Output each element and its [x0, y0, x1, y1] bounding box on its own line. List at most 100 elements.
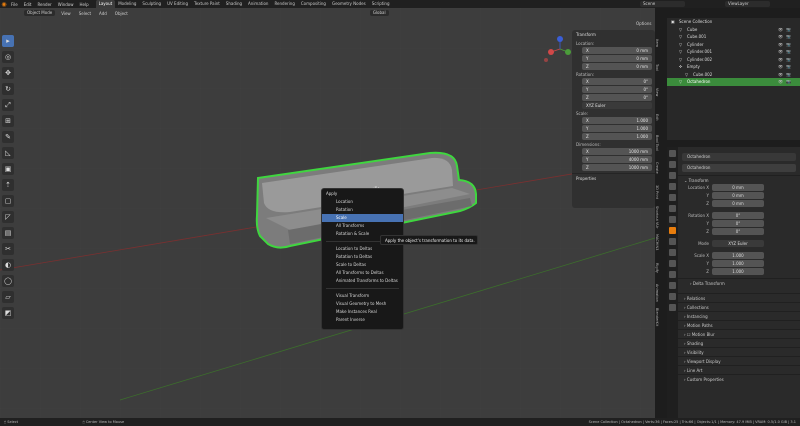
- apply-location-item[interactable]: Location: [322, 198, 403, 206]
- add-cube-icon[interactable]: ▣: [2, 163, 14, 175]
- measure-icon[interactable]: ◺: [2, 147, 14, 159]
- prop-scale-z[interactable]: 1.000: [712, 268, 764, 275]
- visibility-icons[interactable]: 👁📷: [778, 63, 794, 71]
- menu-add[interactable]: Add: [97, 11, 109, 16]
- sidebar-tab-create[interactable]: Create: [655, 155, 659, 180]
- visibility-icons[interactable]: 👁📷: [778, 56, 794, 64]
- motion-paths-section[interactable]: › Motion Paths: [678, 320, 800, 329]
- instancing-section[interactable]: › Instancing: [678, 311, 800, 320]
- menu-object[interactable]: Object: [113, 11, 130, 16]
- outliner-row[interactable]: ✣ Empty 👁📷: [667, 63, 800, 71]
- prop-location-x[interactable]: 0 mm: [712, 184, 764, 191]
- apply-scale-item[interactable]: Scale: [322, 214, 403, 222]
- sidebar-tab-blenderkit[interactable]: BlenderKit: [655, 305, 659, 330]
- rotation-to-deltas-item[interactable]: Rotation to Deltas: [322, 253, 403, 261]
- options-button[interactable]: Options: [636, 21, 651, 26]
- visibility-icons[interactable]: 👁📷: [778, 71, 794, 79]
- location-x-field[interactable]: X0 mm: [582, 47, 652, 54]
- rotation-mode-dropdown[interactable]: XYZ Euler: [582, 102, 652, 109]
- menu-window[interactable]: Window: [55, 2, 77, 7]
- sidebar-tab-rigify[interactable]: Rigify: [655, 255, 659, 280]
- cursor-icon[interactable]: ◎: [2, 51, 14, 63]
- menu-edit[interactable]: Edit: [21, 2, 35, 7]
- sidebar-tab-machin3[interactable]: MACHIN3: [655, 230, 659, 255]
- location-y-field[interactable]: Y0 mm: [582, 55, 652, 62]
- shading-section[interactable]: › Shading: [678, 338, 800, 347]
- visibility-icons[interactable]: 👁📷: [778, 41, 794, 49]
- rotate-icon[interactable]: ↻: [2, 83, 14, 95]
- mode-dropdown[interactable]: Object Mode: [24, 10, 56, 16]
- sidebar-tab-animation[interactable]: Animation: [655, 280, 659, 305]
- prop-rotation-x[interactable]: 0°: [712, 212, 764, 219]
- physics-tab-icon[interactable]: [669, 260, 676, 267]
- tab-texture-paint[interactable]: Texture Paint: [191, 0, 223, 8]
- custom-properties-section[interactable]: › Custom Properties: [678, 374, 800, 383]
- knife-icon[interactable]: ✂: [2, 243, 14, 255]
- prop-scale-x[interactable]: 1.000: [712, 252, 764, 259]
- menu-view[interactable]: View: [59, 11, 73, 16]
- location-to-deltas-item[interactable]: Location to Deltas: [322, 245, 403, 253]
- tab-scripting[interactable]: Scripting: [369, 0, 393, 8]
- tab-geometry-nodes[interactable]: Geometry Nodes: [329, 0, 369, 8]
- apply-all-transforms-item[interactable]: All Transforms: [322, 222, 403, 230]
- scene-selector[interactable]: Scene: [640, 1, 685, 7]
- scale-z-field[interactable]: Z 1.000: [582, 133, 652, 140]
- menu-render[interactable]: Render: [34, 2, 54, 7]
- sidebar-tab-shortcut[interactable]: Shortcut VUr: [655, 205, 659, 230]
- visibility-icons[interactable]: 👁📷: [778, 48, 794, 56]
- visibility-icons[interactable]: 👁📷: [778, 33, 794, 41]
- delta-transform-section[interactable]: › Delta Transform: [678, 278, 800, 287]
- annotate-icon[interactable]: ✎: [2, 131, 14, 143]
- prop-rotation-y[interactable]: 0°: [712, 220, 764, 227]
- spin-icon[interactable]: ◐: [2, 259, 14, 271]
- extrude-icon[interactable]: ⇡: [2, 179, 14, 191]
- rip-icon[interactable]: ◩: [2, 307, 14, 319]
- tab-modeling[interactable]: Modeling: [115, 0, 139, 8]
- outliner-row[interactable]: ▽ Cube.002 👁📷: [667, 71, 800, 79]
- data-tab-icon[interactable]: [669, 282, 676, 289]
- tool-tab-icon[interactable]: [669, 150, 676, 157]
- scene-collection-row[interactable]: ▣ Scene Collection: [667, 18, 800, 26]
- sidebar-tab-view[interactable]: View: [655, 80, 659, 105]
- inset-icon[interactable]: ▢: [2, 195, 14, 207]
- visual-transform-item[interactable]: Visual Transform: [322, 292, 403, 300]
- modifier-tab-icon[interactable]: [669, 238, 676, 245]
- view-layer-tab-icon[interactable]: [669, 183, 676, 190]
- object-name-field[interactable]: Octahedron: [682, 164, 796, 172]
- particles-tab-icon[interactable]: [669, 249, 676, 256]
- menu-file[interactable]: File: [8, 2, 21, 7]
- scale-icon[interactable]: ⤢: [2, 99, 14, 111]
- rotation-mode-select[interactable]: XYZ Euler: [712, 240, 764, 247]
- rotation-x-field[interactable]: X 0°: [582, 78, 652, 85]
- transform-panel-header[interactable]: Transform: [572, 30, 655, 40]
- outliner-row-selected[interactable]: ▽ Octahedron 👁📷: [667, 78, 800, 86]
- visual-geometry-to-mesh-item[interactable]: Visual Geometry to Mesh: [322, 300, 403, 308]
- orientation-dropdown[interactable]: Global: [369, 10, 389, 16]
- tab-animation[interactable]: Animation: [245, 0, 271, 8]
- visibility-icons[interactable]: 👁📷: [778, 26, 794, 34]
- scale-to-deltas-item[interactable]: Scale to Deltas: [322, 261, 403, 269]
- rotation-z-field[interactable]: Z 0°: [582, 94, 652, 101]
- prop-location-z[interactable]: 0 mm: [712, 200, 764, 207]
- sidebar-tab-3dprint[interactable]: 3D Print: [655, 180, 659, 205]
- transform-section[interactable]: ⌄ Transform: [678, 175, 800, 184]
- loop-cut-icon[interactable]: ▤: [2, 227, 14, 239]
- view-layer-selector[interactable]: ViewLayer: [725, 1, 770, 7]
- tab-uv-editing[interactable]: UV Editing: [164, 0, 191, 8]
- tab-layout[interactable]: Layout: [95, 0, 116, 8]
- output-tab-icon[interactable]: [669, 172, 676, 179]
- tab-rendering[interactable]: Rendering: [271, 0, 297, 8]
- texture-tab-icon[interactable]: [669, 304, 676, 311]
- location-z-field[interactable]: Z0 mm: [582, 63, 652, 70]
- smooth-icon[interactable]: ◯: [2, 275, 14, 287]
- transform-icon[interactable]: ⊞: [2, 115, 14, 127]
- shear-icon[interactable]: ▱: [2, 291, 14, 303]
- parent-inverse-item[interactable]: Parent Inverse: [322, 316, 403, 324]
- dimensions-x-field[interactable]: X 1000 mm: [582, 148, 652, 155]
- viewport-display-section[interactable]: › Viewport Display: [678, 356, 800, 365]
- blender-logo-icon[interactable]: ◉: [0, 0, 8, 8]
- prop-rotation-z[interactable]: 0°: [712, 228, 764, 235]
- sidebar-tab-item[interactable]: Item: [655, 30, 659, 55]
- tab-sculpting[interactable]: Sculpting: [139, 0, 164, 8]
- sidebar-tab-edit[interactable]: Edit: [655, 105, 659, 130]
